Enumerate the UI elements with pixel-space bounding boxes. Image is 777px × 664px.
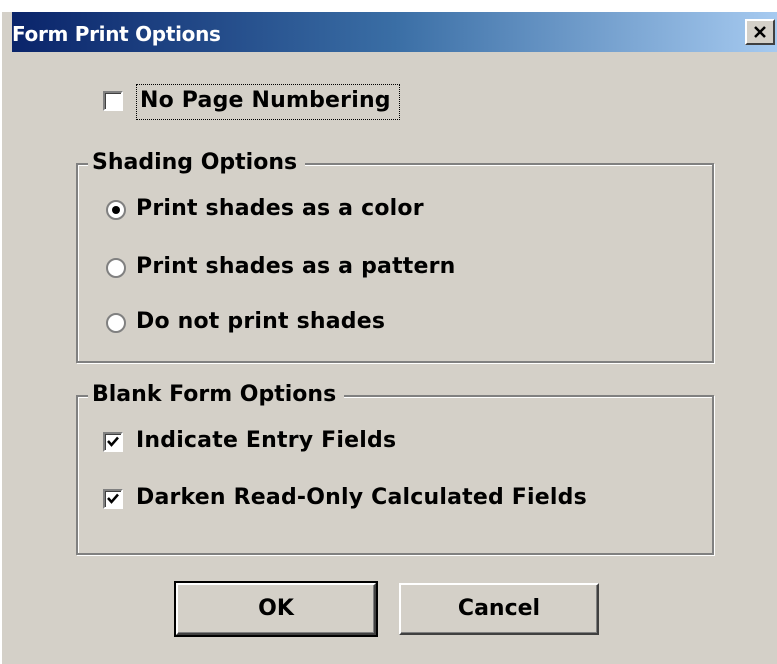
shading-options-title: Shading Options — [88, 150, 306, 175]
radio-print-shades-color[interactable] — [106, 200, 126, 220]
do-not-print-shades-label[interactable]: Do not print shades — [136, 309, 385, 334]
darken-read-only-fields-checkbox[interactable] — [103, 489, 123, 509]
no-page-numbering-label[interactable]: No Page Numbering — [140, 88, 391, 113]
checkmark-icon — [107, 436, 119, 447]
no-page-numbering-checkbox[interactable] — [103, 91, 123, 111]
print-shades-color-label[interactable]: Print shades as a color — [136, 196, 424, 221]
print-shades-pattern-label[interactable]: Print shades as a pattern — [136, 254, 456, 279]
ok-button[interactable]: OK — [174, 581, 378, 637]
window-title: Form Print Options — [12, 22, 221, 46]
close-button[interactable] — [745, 19, 775, 45]
radio-print-shades-pattern[interactable] — [106, 258, 126, 278]
title-bar: Form Print Options — [12, 12, 777, 52]
checkmark-icon — [107, 493, 119, 504]
blank-form-options-group — [76, 395, 714, 555]
blank-form-options-title: Blank Form Options — [88, 382, 345, 407]
cancel-button[interactable]: Cancel — [399, 583, 599, 635]
indicate-entry-fields-checkbox[interactable] — [103, 432, 123, 452]
radio-do-not-print-shades[interactable] — [106, 313, 126, 333]
darken-read-only-fields-label[interactable]: Darken Read-Only Calculated Fields — [136, 485, 587, 510]
indicate-entry-fields-label[interactable]: Indicate Entry Fields — [136, 428, 396, 453]
close-icon — [752, 21, 768, 46]
